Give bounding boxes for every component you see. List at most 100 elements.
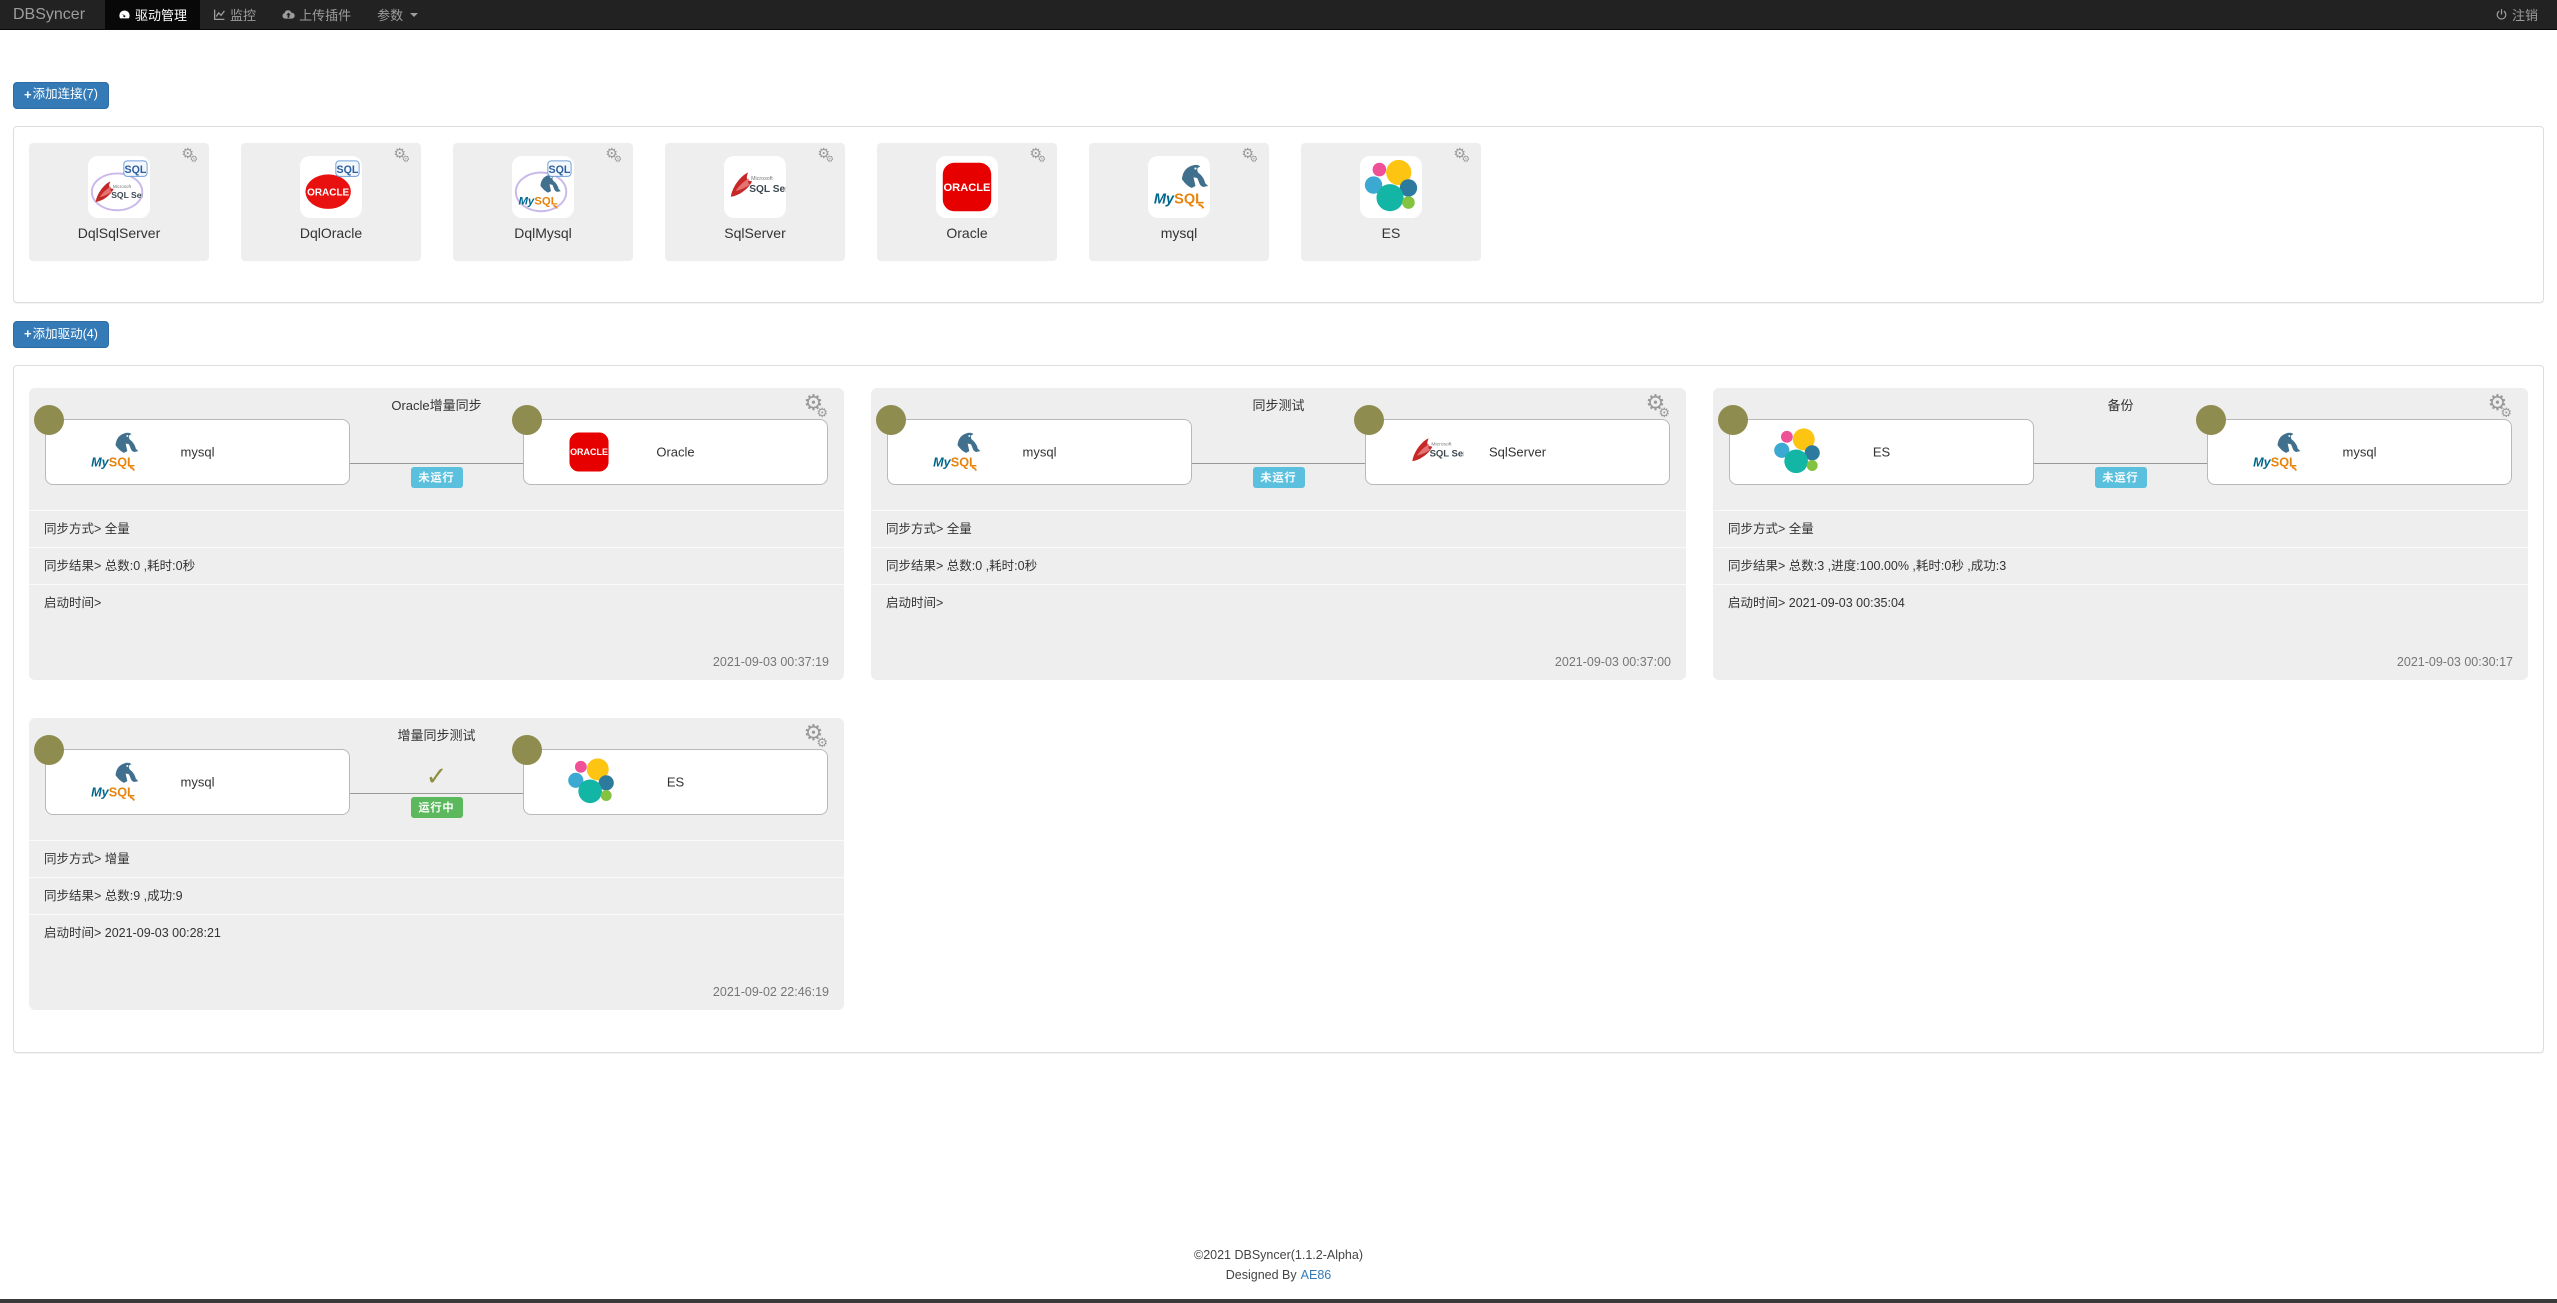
driver-title: 备份	[1713, 395, 2528, 414]
target-endpoint[interactable]: ES	[523, 749, 828, 815]
driver-mapping: Oracle增量同步 mysql 未运行 Oracle	[29, 388, 844, 510]
endpoint-dot	[34, 405, 64, 435]
sync-mode-row: 同步方式> 全量	[29, 510, 844, 547]
mapping-connector-line	[2034, 463, 2207, 464]
nav-item-label: 监控	[230, 5, 256, 24]
main-content: +添加连接(7) ⚙⚙ DqlSqlServer ⚙⚙ DqlOracle ⚙⚙…	[0, 30, 2557, 1053]
nav-item-monitor[interactable]: 监控	[200, 0, 269, 29]
endpoint-name: ES	[524, 775, 827, 790]
driver-title: 增量同步测试	[29, 725, 844, 744]
mysql-dql-logo-icon	[512, 156, 574, 218]
settings-cogs-icon[interactable]: ⚙⚙	[1029, 147, 1050, 161]
connection-name: DqlMysql	[453, 225, 633, 241]
connection-card-dqloracle[interactable]: ⚙⚙ DqlOracle	[241, 143, 421, 261]
sync-result-row: 同步结果> 总数:0 ,耗时:0秒	[871, 547, 1686, 584]
target-endpoint[interactable]: SqlServer	[1365, 419, 1670, 485]
endpoint-dot	[2196, 405, 2226, 435]
driver-mapping: 备份 ES 未运行 mysql	[1713, 388, 2528, 510]
updated-timestamp: 2021-09-02 22:46:19	[713, 985, 829, 999]
driver-card-oracle-incremental: ⚙⚙ Oracle增量同步 mysql 未运行 Ora	[29, 388, 844, 680]
status-badge: 未运行	[411, 467, 463, 488]
logout-button[interactable]: 注销	[2482, 0, 2551, 29]
settings-cogs-icon[interactable]: ⚙⚙	[605, 147, 626, 161]
endpoint-name: ES	[1730, 445, 2033, 460]
sync-mode-row: 同步方式> 全量	[871, 510, 1686, 547]
app-brand[interactable]: DBSyncer	[13, 0, 85, 29]
power-icon	[2495, 8, 2508, 21]
endpoint-dot	[512, 405, 542, 435]
endpoint-dot	[1354, 405, 1384, 435]
mapping-connector-line	[350, 793, 523, 794]
start-time-row: 启动时间> 2021-09-03 00:28:21	[29, 914, 844, 951]
settings-cogs-icon[interactable]: ⚙⚙	[1241, 147, 1262, 161]
oracle-logo-icon	[936, 156, 998, 218]
settings-cogs-icon[interactable]: ⚙⚙	[817, 147, 838, 161]
connection-card-mysql[interactable]: ⚙⚙ mysql	[1089, 143, 1269, 261]
status-badge: 运行中	[411, 797, 463, 818]
sqlserver-dql-logo-icon	[88, 156, 150, 218]
connection-name: ES	[1301, 225, 1481, 241]
driver-mapping: 增量同步测试 mysql ✓ 运行中 ES	[29, 718, 844, 840]
sync-mode-row: 同步方式> 全量	[1713, 510, 2528, 547]
sync-result-row: 同步结果> 总数:0 ,耗时:0秒	[29, 547, 844, 584]
nav-item-driver-management[interactable]: 驱动管理	[105, 0, 200, 29]
nav-item-params-dropdown[interactable]: 参数	[364, 0, 431, 29]
plus-icon: +	[24, 86, 32, 104]
add-connection-button[interactable]: +添加连接(7)	[13, 82, 109, 109]
sqlserver-logo-icon	[724, 156, 786, 218]
settings-cogs-icon[interactable]: ⚙⚙	[393, 147, 414, 161]
connection-card-oracle[interactable]: ⚙⚙ Oracle	[877, 143, 1057, 261]
line-chart-icon	[213, 8, 226, 21]
settings-cogs-icon[interactable]: ⚙⚙	[181, 147, 202, 161]
status-badge: 未运行	[1253, 467, 1305, 488]
start-time-row: 启动时间>	[29, 584, 844, 621]
mysql-logo-icon	[1148, 156, 1210, 218]
logout-label: 注销	[2512, 5, 2538, 24]
footer: ©2021 DBSyncer(1.1.2-Alpha) Designed ByA…	[0, 1245, 2557, 1285]
connection-name: mysql	[1089, 225, 1269, 241]
driver-card-incremental-sync-test: ⚙⚙ 增量同步测试 mysql ✓ 运行中	[29, 718, 844, 1010]
driver-card-backup: ⚙⚙ 备份 ES 未运行 mysql	[1713, 388, 2528, 680]
endpoint-dot	[876, 405, 906, 435]
driver-title: Oracle增量同步	[29, 395, 844, 414]
navbar-right: 注销	[2482, 0, 2557, 29]
dashboard-icon	[118, 8, 131, 21]
oracle-dql-logo-icon	[300, 156, 362, 218]
sync-result-row: 同步结果> 总数:3 ,进度:100.00% ,耗时:0秒 ,成功:3	[1713, 547, 2528, 584]
start-time-row: 启动时间> 2021-09-03 00:35:04	[1713, 584, 2528, 621]
mapping-connector-line	[1192, 463, 1365, 464]
connections-row: ⚙⚙ DqlSqlServer ⚙⚙ DqlOracle ⚙⚙ DqlMysql…	[29, 143, 2528, 261]
connection-name: DqlSqlServer	[29, 225, 209, 241]
connection-name: DqlOracle	[241, 225, 421, 241]
window-bottom-edge	[0, 1299, 2557, 1303]
mapping-connector-line	[350, 463, 523, 464]
drivers-panel: ⚙⚙ Oracle增量同步 mysql 未运行 Ora	[13, 365, 2544, 1053]
nav-item-label: 驱动管理	[135, 5, 187, 24]
caret-down-icon	[410, 13, 418, 17]
add-driver-button[interactable]: +添加驱动(4)	[13, 321, 109, 348]
driver-card-sync-test: ⚙⚙ 同步测试 mysql 未运行 SqlServer	[871, 388, 1686, 680]
author-link[interactable]: AE86	[1301, 1268, 1332, 1282]
connection-card-dqlsqlserver[interactable]: ⚙⚙ DqlSqlServer	[29, 143, 209, 261]
endpoint-name: SqlServer	[1366, 445, 1669, 460]
nav-item-label: 上传插件	[299, 5, 351, 24]
nav-item-label: 参数	[377, 5, 403, 24]
copyright-text: ©2021 DBSyncer(1.1.2-Alpha)	[0, 1245, 2557, 1265]
designed-by-line: Designed ByAE86	[0, 1265, 2557, 1285]
target-endpoint[interactable]: Oracle	[523, 419, 828, 485]
endpoint-dot	[512, 735, 542, 765]
nav-item-upload-plugin[interactable]: 参数 上传插件	[269, 0, 364, 29]
updated-timestamp: 2021-09-03 00:30:17	[2397, 655, 2513, 669]
endpoint-name: mysql	[2208, 445, 2511, 460]
endpoint-dot	[34, 735, 64, 765]
target-endpoint[interactable]: mysql	[2207, 419, 2512, 485]
driver-mapping: 同步测试 mysql 未运行 SqlServer	[871, 388, 1686, 510]
connection-card-es[interactable]: ⚙⚙ ES	[1301, 143, 1481, 261]
connection-card-sqlserver[interactable]: ⚙⚙ SqlServer	[665, 143, 845, 261]
plus-icon: +	[24, 325, 32, 343]
elasticsearch-logo-icon	[1360, 156, 1422, 218]
settings-cogs-icon[interactable]: ⚙⚙	[1453, 147, 1474, 161]
connection-card-dqlmysql[interactable]: ⚙⚙ DqlMysql	[453, 143, 633, 261]
start-time-row: 启动时间>	[871, 584, 1686, 621]
connections-panel: ⚙⚙ DqlSqlServer ⚙⚙ DqlOracle ⚙⚙ DqlMysql…	[13, 126, 2544, 303]
